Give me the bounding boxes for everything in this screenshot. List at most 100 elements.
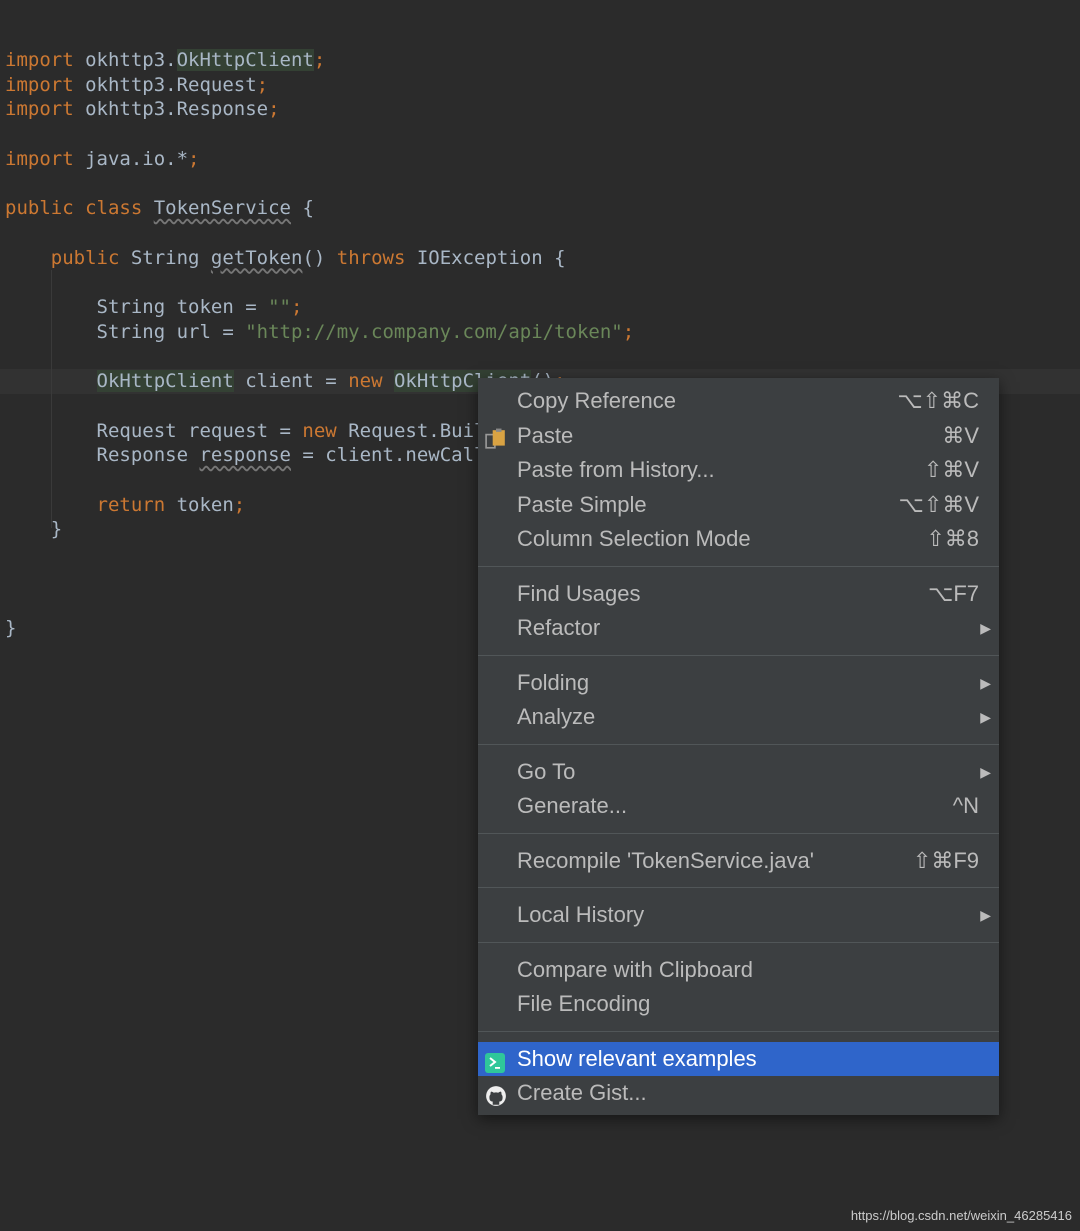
menu-item-shortcut: ⌥⇧⌘V xyxy=(898,491,979,517)
menu-item-label: File Encoding xyxy=(517,991,651,1016)
menu-item-label: Local History xyxy=(517,902,645,927)
code-token: response xyxy=(199,444,291,467)
code-token: IOException { xyxy=(416,246,566,269)
context-menu: Copy Reference ⌥⇧⌘C Paste ⌘V Paste from Hist… xyxy=(478,378,999,1115)
menu-item-recompile-tokenservice-java[interactable]: Recompile 'TokenService.java' ⇧⌘F9 xyxy=(478,844,999,878)
code-token: import xyxy=(5,98,86,121)
code-line[interactable]: return token; xyxy=(5,493,246,518)
code-token: import xyxy=(5,73,86,96)
code-line[interactable]: import okhttp3.Response; xyxy=(5,97,280,122)
code-line[interactable]: public String getToken() throws IOExcept… xyxy=(5,246,566,271)
github-icon xyxy=(485,1083,506,1106)
menu-item-go-to[interactable]: Go To ▶ xyxy=(478,755,999,789)
menu-item-paste[interactable]: Paste ⌘V xyxy=(478,419,999,453)
code-line[interactable]: String url = "http://my.company.com/api/… xyxy=(5,320,635,345)
menu-separator xyxy=(478,654,999,656)
code-token: public xyxy=(50,246,131,269)
code-line[interactable]: String token = ""; xyxy=(5,295,303,320)
code-line[interactable]: public class TokenService { xyxy=(5,196,314,221)
menu-item-label: Paste from History... xyxy=(517,457,715,482)
submenu-arrow-icon: ▶ xyxy=(980,709,991,725)
code-token: import xyxy=(5,49,86,71)
submenu-arrow-icon: ▶ xyxy=(980,763,991,780)
submenu-arrow-icon: ▶ xyxy=(980,674,991,691)
code-token: java.io.* xyxy=(85,147,189,170)
menu-item-create-gist[interactable]: Create Gist... xyxy=(478,1076,999,1110)
code-token: ; xyxy=(256,73,269,96)
code-token: () xyxy=(302,246,337,269)
menu-item-shortcut: ⌥⇧⌘C xyxy=(897,388,979,413)
menu-item-label: Create Gist... xyxy=(517,1080,647,1105)
submenu-arrow-icon: ▶ xyxy=(980,907,991,923)
menu-separator xyxy=(478,1030,999,1032)
code-token: "http://my.company.com/api/token" xyxy=(245,320,623,343)
menu-item-label: Analyze xyxy=(517,704,596,729)
menu-item-shortcut: ^N xyxy=(952,793,979,818)
menu-item-compare-with-clipboard[interactable]: Compare with Clipboard xyxy=(478,953,999,987)
menu-item-label: Paste Simple xyxy=(517,491,647,517)
menu-item-label: Column Selection Mode xyxy=(517,526,751,551)
menu-item-generate[interactable]: Generate... ^N xyxy=(478,789,999,823)
code-token: new xyxy=(348,370,394,393)
menu-item-column-selection-mode[interactable]: Column Selection Mode ⇧⌘8 xyxy=(478,522,999,556)
code-token: ; xyxy=(622,320,635,343)
code-line[interactable]: } xyxy=(5,517,62,542)
code-token: String url = xyxy=(5,320,246,343)
code-token: okhttp3. xyxy=(85,49,177,71)
code-token: new xyxy=(302,419,349,442)
menu-item-show-relevant-examples[interactable]: Show relevant examples xyxy=(478,1041,999,1076)
code-line[interactable]: import okhttp3.OkHttpClient; xyxy=(5,48,325,73)
code-line[interactable]: import java.io.*; xyxy=(5,147,199,172)
menu-item-label: Compare with Clipboard xyxy=(517,956,753,982)
code-token: throws xyxy=(336,246,417,269)
code-token: OkHttpClient xyxy=(96,370,234,393)
menu-item-label: Generate... xyxy=(517,793,628,818)
code-token: ; xyxy=(313,49,326,71)
code-token: { xyxy=(291,197,314,220)
menu-item-shortcut: ⌘V xyxy=(942,422,979,448)
menu-item-shortcut: ⇧⌘V xyxy=(923,457,979,482)
menu-separator xyxy=(478,832,999,834)
code-token: ; xyxy=(291,296,303,318)
menu-item-local-history[interactable]: Local History ▶ xyxy=(478,898,999,932)
menu-item-find-usages[interactable]: Find Usages ⌥F7 xyxy=(478,577,999,611)
code-token: token xyxy=(176,493,234,516)
menu-item-label: Go To xyxy=(517,758,576,784)
code-token: TokenService xyxy=(153,197,291,220)
menu-item-refactor[interactable]: Refactor ▶ xyxy=(478,611,999,645)
code-token: } xyxy=(5,617,17,640)
menu-item-paste-from-history[interactable]: Paste from History... ⇧⌘V xyxy=(478,453,999,487)
terminal-icon xyxy=(485,1049,505,1073)
menu-item-label: Paste xyxy=(517,422,574,448)
submenu-arrow-icon: ▶ xyxy=(980,620,991,636)
code-token: String xyxy=(130,246,211,269)
code-token: getToken xyxy=(210,246,303,269)
code-line[interactable]: } xyxy=(5,616,16,641)
menu-item-analyze[interactable]: Analyze ▶ xyxy=(478,700,999,734)
menu-separator xyxy=(478,743,999,745)
menu-item-paste-simple[interactable]: Paste Simple ⌥⇧⌘V xyxy=(478,488,999,522)
menu-item-shortcut: ⇧⌘F9 xyxy=(912,847,979,873)
code-token: Request request = xyxy=(5,419,303,442)
code-token: String token = xyxy=(5,296,269,318)
menu-item-label: Find Usages xyxy=(517,580,641,606)
menu-item-shortcut: ⇧⌘8 xyxy=(926,526,979,551)
menu-item-label: Show relevant examples xyxy=(517,1045,757,1071)
code-token: OkHttpClient xyxy=(176,49,314,71)
code-token: ; xyxy=(188,147,200,170)
code-token: import xyxy=(5,147,86,170)
code-token: "" xyxy=(268,296,291,318)
menu-item-label: Refactor xyxy=(517,615,601,640)
menu-item-label: Recompile 'TokenService.java' xyxy=(517,847,814,873)
menu-item-copy-reference[interactable]: Copy Reference ⌥⇧⌘C xyxy=(478,384,999,418)
code-token: public class xyxy=(5,197,154,220)
code-line[interactable]: import okhttp3.Request; xyxy=(5,73,268,98)
menu-item-file-encoding[interactable]: File Encoding xyxy=(478,987,999,1021)
code-token: okhttp3.Request xyxy=(85,73,257,96)
menu-item-folding[interactable]: Folding ▶ xyxy=(478,666,999,700)
menu-item-shortcut: ⌥F7 xyxy=(927,580,979,606)
code-token: return xyxy=(96,493,177,516)
menu-separator xyxy=(478,565,999,567)
